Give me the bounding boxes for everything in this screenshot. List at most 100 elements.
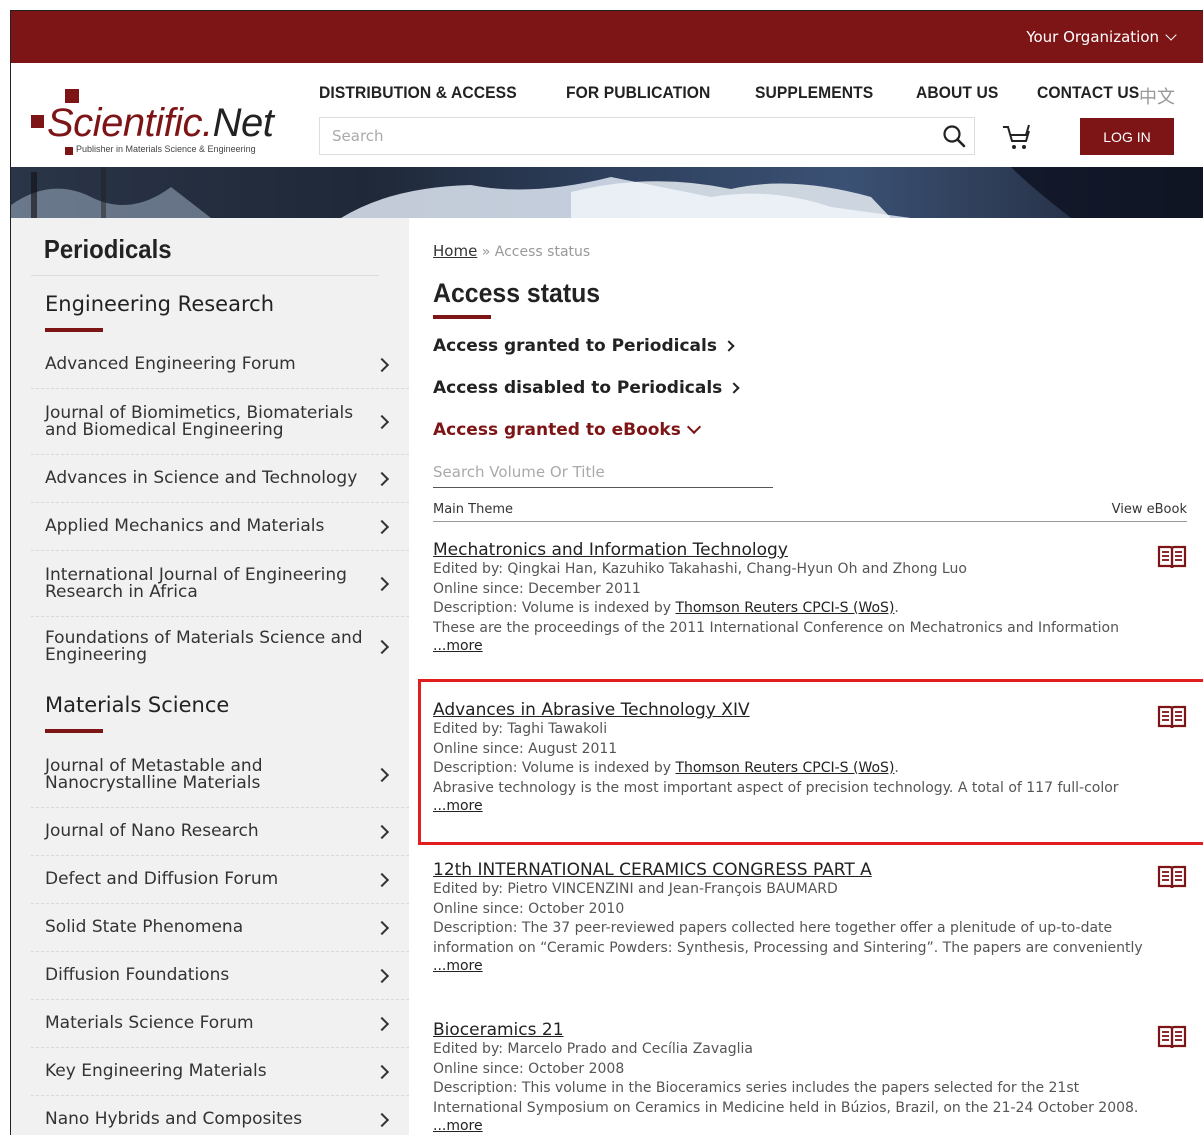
- ebook-online-since: Online since: August 2011: [433, 740, 618, 757]
- sidebar-item[interactable]: Advances in Science and Technology: [31, 455, 409, 503]
- logo-text-main: Scientific.: [47, 101, 213, 145]
- site-logo[interactable]: Scientific.Net Publisher in Materials Sc…: [31, 87, 291, 157]
- access-granted-ebooks-toggle[interactable]: Access granted to eBooks: [433, 409, 1187, 451]
- nav-for-publication[interactable]: FOR PUBLICATION: [566, 83, 710, 103]
- sidebar-item[interactable]: Defect and Diffusion Forum: [31, 856, 409, 904]
- main-content: Home » Access status Access status Acces…: [409, 218, 1203, 1135]
- main-nav: DISTRIBUTION & ACCESS FOR PUBLICATION SU…: [319, 83, 1148, 103]
- ebook-row: 12th INTERNATIONAL CERAMICS CONGRESS PAR…: [433, 842, 1187, 1002]
- ebook-title[interactable]: Bioceramics 21: [433, 1020, 1147, 1040]
- chevron-right-icon: [374, 968, 390, 983]
- index-link[interactable]: Thomson Reuters CPCI-S (WoS): [676, 600, 895, 616]
- sidebar-item[interactable]: Advanced Engineering Forum: [31, 341, 409, 389]
- ebook-description: Description: Volume is indexed by Thomso…: [433, 600, 899, 616]
- sidebar-item[interactable]: Applied Mechanics and Materials: [31, 503, 409, 551]
- chevron-down-icon: [1165, 29, 1177, 41]
- sidebar-list-materials: Journal of Metastable and Nanocrystallin…: [31, 742, 409, 1135]
- ebook-row: Mechatronics and Information Technology …: [433, 522, 1187, 682]
- sidebar-group-title: Engineering Research: [31, 276, 409, 341]
- chevron-down-icon: [686, 419, 701, 435]
- volume-search-input[interactable]: [433, 459, 773, 488]
- ebook-row: Bioceramics 21 Edited by: Marcelo Prado …: [433, 1002, 1187, 1135]
- search-input[interactable]: [320, 118, 934, 154]
- sidebar-item[interactable]: Materials Science Forum: [31, 1000, 409, 1048]
- nav-about-us[interactable]: ABOUT US: [916, 83, 998, 103]
- ebook-online-since: Online since: October 2008: [433, 1060, 625, 1077]
- logo-text-end: Net: [212, 101, 274, 145]
- sidebar-item[interactable]: Key Engineering Materials: [31, 1048, 409, 1096]
- index-link[interactable]: Thomson Reuters CPCI-S (WoS): [676, 760, 895, 776]
- ebook-description: Description: Volume is indexed by Thomso…: [433, 760, 899, 776]
- chevron-right-icon: [374, 767, 390, 782]
- chevron-right-icon: [374, 920, 390, 935]
- ebook-editors: Edited by: Pietro VINCENZINI and Jean-Fr…: [433, 881, 838, 897]
- header-banner: [11, 167, 1203, 218]
- nav-contact-us[interactable]: CONTACT US: [1037, 83, 1139, 103]
- more-link[interactable]: ...more: [433, 958, 1147, 974]
- ebook-table-header: Main Theme View eBook: [433, 488, 1187, 522]
- sidebar: Periodicals Engineering Research Advance…: [11, 218, 409, 1135]
- open-book-icon[interactable]: [1157, 544, 1187, 570]
- chevron-right-icon: [374, 576, 390, 591]
- ebook-description: Description: This volume in the Bioceram…: [433, 1080, 1139, 1116]
- sidebar-item[interactable]: Foundations of Materials Science and Eng…: [31, 617, 409, 677]
- search-icon[interactable]: [934, 118, 974, 154]
- sidebar-item[interactable]: Journal of Biomimetics, Biomaterials and…: [31, 389, 409, 455]
- access-granted-periodicals-toggle[interactable]: Access granted to Periodicals: [433, 325, 1187, 367]
- sidebar-item[interactable]: Journal of Nano Research: [31, 808, 409, 856]
- access-disabled-periodicals-toggle[interactable]: Access disabled to Periodicals: [433, 367, 1187, 409]
- cart-icon[interactable]: [1001, 121, 1033, 153]
- top-bar: Your Organization: [11, 11, 1203, 63]
- more-link[interactable]: ...more: [433, 1118, 1147, 1134]
- ebook-online-since: Online since: December 2011: [433, 580, 641, 597]
- ebook-description-text: Abrasive technology is the most importan…: [433, 779, 1119, 796]
- chevron-right-icon: [374, 1112, 390, 1127]
- login-button[interactable]: LOG IN: [1080, 118, 1174, 155]
- site-header: Scientific.Net Publisher in Materials Sc…: [11, 63, 1203, 167]
- breadcrumb: Home » Access status: [433, 218, 1187, 278]
- chevron-right-icon: [374, 471, 390, 486]
- page-title: Access status: [433, 278, 601, 308]
- chevron-right-icon: [374, 519, 390, 534]
- ebook-editors: Edited by: Marcelo Prado and Cecília Zav…: [433, 1041, 753, 1057]
- sidebar-item[interactable]: Nano Hybrids and Composites: [31, 1096, 409, 1135]
- chevron-right-icon: [374, 1064, 390, 1079]
- page-frame: Your Organization Scientific.Net Publish…: [10, 10, 1203, 1135]
- more-link[interactable]: ...more: [433, 798, 1163, 814]
- organization-dropdown[interactable]: Your Organization: [1026, 28, 1177, 46]
- site-search: [319, 117, 975, 155]
- chevron-right-icon: [723, 340, 735, 352]
- sidebar-item[interactable]: Journal of Metastable and Nanocrystallin…: [31, 742, 409, 808]
- logo-tagline: Publisher in Materials Science & Enginee…: [76, 144, 256, 154]
- breadcrumb-home[interactable]: Home: [433, 242, 477, 260]
- breadcrumb-current: Access status: [494, 244, 591, 260]
- chevron-right-icon: [374, 639, 390, 655]
- ebook-description-text: These are the proceedings of the 2011 In…: [433, 619, 1119, 636]
- open-book-icon[interactable]: [1157, 704, 1187, 730]
- chevron-right-icon: [728, 382, 740, 394]
- chevron-right-icon: [374, 357, 390, 372]
- sidebar-title: Periodicals: [31, 218, 379, 276]
- breadcrumb-separator: »: [481, 244, 491, 260]
- sidebar-item[interactable]: Diffusion Foundations: [31, 952, 409, 1000]
- ebook-title[interactable]: Mechatronics and Information Technology: [433, 540, 1147, 560]
- ebook-editors: Edited by: Qingkai Han, Kazuhiko Takahas…: [433, 561, 967, 577]
- chevron-right-icon: [374, 1016, 390, 1031]
- nav-distribution-access[interactable]: DISTRIBUTION & ACCESS: [319, 83, 517, 103]
- ebook-description: Description: The 37 peer-reviewed papers…: [433, 920, 1143, 956]
- col-main-theme: Main Theme: [433, 502, 514, 517]
- sidebar-item[interactable]: Solid State Phenomena: [31, 904, 409, 952]
- open-book-icon[interactable]: [1157, 864, 1187, 890]
- sidebar-list-engineering: Advanced Engineering Forum Journal of Bi…: [31, 341, 409, 677]
- language-switch[interactable]: 中文: [1139, 83, 1175, 109]
- nav-supplements[interactable]: SUPPLEMENTS: [755, 83, 873, 103]
- col-view-ebook: View eBook: [1111, 502, 1187, 517]
- chevron-right-icon: [374, 872, 390, 887]
- open-book-icon[interactable]: [1157, 1024, 1187, 1050]
- more-link[interactable]: ...more: [433, 638, 1147, 654]
- organization-label: Your Organization: [1026, 28, 1159, 46]
- ebook-title[interactable]: Advances in Abrasive Technology XIV: [433, 700, 1163, 720]
- ebook-title[interactable]: 12th INTERNATIONAL CERAMICS CONGRESS PAR…: [433, 860, 1147, 880]
- sidebar-group-title: Materials Science: [31, 677, 409, 742]
- sidebar-item[interactable]: International Journal of Engineering Res…: [31, 551, 409, 617]
